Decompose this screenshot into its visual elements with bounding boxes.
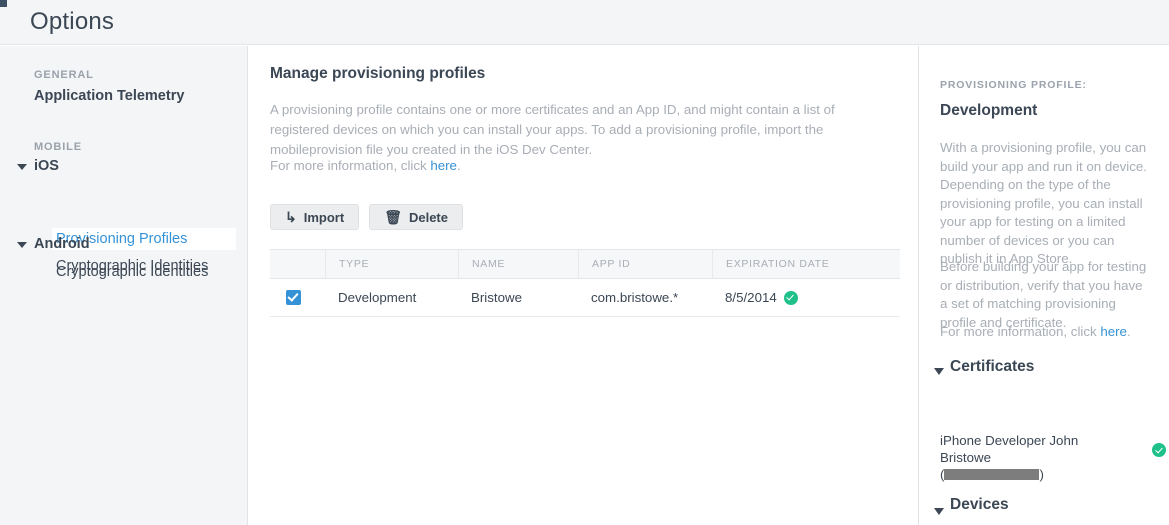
row-select-cell (270, 290, 325, 305)
row-name: Bristowe (471, 290, 522, 305)
sidebar-item-android-cryptographic-identities[interactable]: Cryptographic Identities (56, 264, 208, 280)
details-kicker: PROVISIONING PROFILE: (940, 79, 1087, 91)
window-accent-marker (0, 0, 7, 7)
page-title: Options (30, 8, 115, 35)
details-paragraph-2: Before building your app for testing or … (940, 259, 1147, 330)
devices-section-title[interactable]: Devices (950, 496, 1009, 514)
chevron-down-icon-ios[interactable] (17, 164, 27, 170)
window-header: Options (0, 0, 1169, 45)
table-header-app-id[interactable]: APP ID (578, 250, 712, 278)
certificate-name: iPhone Developer John Bristowe (940, 433, 1079, 465)
table-header-expiration-date[interactable]: EXPIRATION DATE (712, 250, 900, 278)
details-title: Development (940, 102, 1038, 119)
trash-icon: 🗑 (384, 209, 402, 225)
section-title: Manage provisioning profiles (270, 65, 486, 82)
chevron-down-icon-android[interactable] (17, 242, 27, 248)
table-header-name[interactable]: NAME (458, 250, 578, 278)
chevron-down-icon-certificates[interactable] (934, 368, 944, 375)
details-more-info-link[interactable]: here (1100, 324, 1127, 339)
details-more-info-prefix: For more information, click (940, 324, 1101, 339)
delete-button[interactable]: 🗑 Delete (369, 204, 463, 230)
sidebar-item-ios[interactable]: iOS (34, 158, 59, 174)
table-header-select (270, 250, 325, 278)
details-paragraph-1: With a provisioning profile, you can bui… (940, 140, 1147, 266)
valid-check-icon (783, 290, 798, 305)
sidebar-group-general: GENERAL (34, 69, 94, 81)
row-type: Development (338, 290, 417, 305)
sidebar: GENERAL Application Telemetry MOBILE iOS… (0, 46, 248, 525)
row-checkbox[interactable] (286, 290, 301, 305)
certificate-redacted-value (944, 469, 1040, 480)
main-content: Manage provisioning profiles A provision… (249, 46, 919, 525)
details-more-information-line: For more information, click here. (940, 323, 1155, 342)
arrow-into-icon: ↳ (285, 209, 297, 225)
certificates-section-title[interactable]: Certificates (950, 358, 1034, 376)
more-info-link[interactable]: here (430, 158, 457, 173)
sidebar-item-application-telemetry[interactable]: Application Telemetry (34, 88, 184, 104)
import-button[interactable]: ↳ Import (270, 204, 360, 230)
delete-button-label: Delete (408, 209, 448, 225)
certificate-redacted-close: ) (1039, 467, 1044, 482)
more-info-suffix: . (456, 158, 461, 173)
import-button-label: Import (303, 209, 345, 225)
details-panel: PROVISIONING PROFILE: Development With a… (920, 46, 1169, 525)
options-window: Options GENERAL Application Telemetry MO… (0, 0, 1169, 525)
row-expiration-cell: 8/5/2014 (712, 290, 900, 305)
details-more-info-suffix: . (1126, 324, 1131, 339)
certificate-entry[interactable]: iPhone Developer John Bristowe() (940, 432, 1125, 483)
table-header-row: TYPE NAME APP ID EXPIRATION DATE (270, 250, 900, 279)
row-app-id: com.bristowe.* (591, 290, 679, 305)
sidebar-group-mobile: MOBILE (34, 141, 82, 153)
certificate-valid-check-icon (1152, 443, 1166, 457)
chevron-down-icon-devices[interactable] (934, 508, 944, 515)
row-expiration-date: 8/5/2014 (725, 290, 777, 305)
table-header-type[interactable]: TYPE (325, 250, 458, 278)
more-information-line: For more information, click here. (270, 158, 461, 173)
more-info-prefix: For more information, click (270, 158, 431, 173)
section-description: A provisioning profile contains one or m… (270, 102, 835, 157)
sidebar-item-android[interactable]: Android (34, 236, 90, 252)
table-row[interactable]: Development Bristowe com.bristowe.* 8/5/… (270, 279, 900, 317)
provisioning-profiles-table: TYPE NAME APP ID EXPIRATION DATE Develop… (270, 249, 900, 317)
toolbar: ↳ Import 🗑 Delete (270, 204, 463, 230)
